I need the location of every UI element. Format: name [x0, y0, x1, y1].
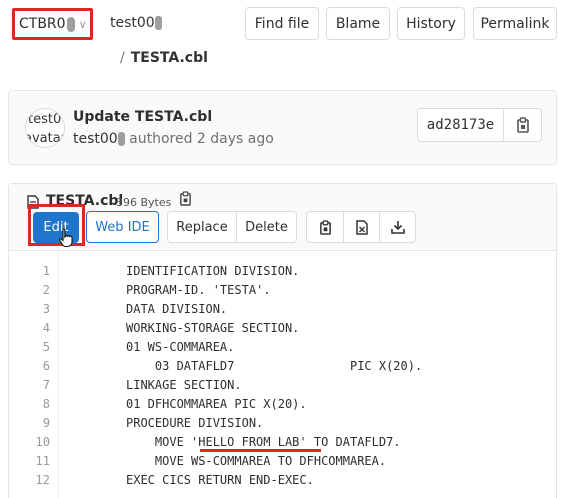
- find-file-button[interactable]: Find file: [245, 7, 319, 40]
- copy-contents-icon: [319, 219, 331, 235]
- line-number[interactable]: 1: [43, 264, 50, 278]
- line-number[interactable]: 11: [36, 454, 50, 468]
- path-separator: /: [120, 50, 125, 66]
- commit-title[interactable]: Update TESTA.cbl: [73, 109, 212, 125]
- code-line: 01 WS-COMMAREA.: [126, 340, 235, 354]
- download-icon: [390, 221, 405, 234]
- code-line: DATA DIVISION.: [126, 302, 228, 316]
- copy-file-path-icon[interactable]: [179, 191, 192, 206]
- code-line: MOVE 'HELLO FROM LAB' TO DATAFLD7.: [126, 435, 401, 449]
- copy-contents-button[interactable]: [306, 211, 344, 243]
- commit-meta: test00 authored 2 days ago: [73, 131, 274, 147]
- open-raw-button[interactable]: [343, 211, 380, 243]
- copy-sha-button[interactable]: [504, 108, 542, 142]
- avatar[interactable]: test00 avatar: [25, 108, 65, 148]
- code-line: LINKAGE SECTION.: [126, 378, 242, 392]
- code-line: IDENTIFICATION DIVISION.: [126, 264, 300, 278]
- raw-file-icon: [355, 219, 368, 235]
- line-number[interactable]: 2: [43, 283, 50, 297]
- repo-breadcrumb[interactable]: test00: [110, 15, 162, 31]
- code-line: 03 DATAFLD7 PIC X(20).: [126, 359, 423, 373]
- file-path: / TESTA.cbl: [120, 50, 208, 66]
- permalink-button[interactable]: Permalink: [473, 7, 557, 40]
- code-view: 1 2 3 4 5 6 7 8 9 10 11 12 IDENTIFICATIO…: [9, 251, 556, 498]
- repo-crumb-label: test00: [110, 15, 155, 31]
- branch-name: CTBR0: [19, 16, 66, 32]
- avatar-text: test00: [28, 112, 64, 127]
- file-size: 396 Bytes: [116, 196, 172, 209]
- line-number[interactable]: 10: [36, 435, 50, 449]
- line-number[interactable]: 9: [43, 416, 50, 430]
- branch-selector[interactable]: CTBR0 ∨: [12, 8, 93, 40]
- highlight-underline: [200, 449, 321, 452]
- blame-button[interactable]: Blame: [326, 7, 390, 40]
- code-line: PROCEDURE DIVISION.: [126, 416, 264, 430]
- line-number[interactable]: 12: [36, 473, 50, 487]
- commit-author[interactable]: test00: [73, 131, 118, 147]
- code-line: PROGRAM-ID. 'TESTA'.: [126, 283, 271, 297]
- avatar-alt-text: avatar: [25, 131, 65, 146]
- code-line: MOVE WS-COMMAREA TO DFHCOMMAREA.: [126, 454, 387, 468]
- redacted-mark: [117, 132, 125, 146]
- line-number[interactable]: 6: [43, 359, 50, 373]
- redacted-mark: [66, 16, 75, 32]
- file-viewer: TESTA.cbl 396 Bytes Edit Web IDE Replace…: [8, 183, 557, 498]
- commit-sha[interactable]: ad28173e: [417, 108, 504, 142]
- replace-button[interactable]: Replace: [167, 211, 237, 243]
- clipboard-icon: [516, 117, 529, 133]
- code-line: EXEC CICS RETURN END-EXEC.: [126, 473, 314, 487]
- hand-pointer-icon: [58, 228, 73, 248]
- delete-button[interactable]: Delete: [236, 211, 297, 243]
- line-number[interactable]: 8: [43, 397, 50, 411]
- path-file-name[interactable]: TESTA.cbl: [131, 50, 208, 66]
- code-line: 01 DFHCOMMAREA PIC X(20).: [126, 397, 307, 411]
- web-ide-button[interactable]: Web IDE: [86, 211, 159, 243]
- line-number[interactable]: 3: [43, 302, 50, 316]
- history-button[interactable]: History: [397, 7, 465, 40]
- line-number-gutter: 1 2 3 4 5 6 7 8 9 10 11 12: [9, 251, 59, 498]
- code-line: WORKING-STORAGE SECTION.: [126, 321, 300, 335]
- line-number[interactable]: 5: [43, 340, 50, 354]
- line-number[interactable]: 4: [43, 321, 50, 335]
- download-button[interactable]: [379, 211, 416, 243]
- redacted-mark: [154, 16, 162, 30]
- last-commit-box: test00 avatar Update TESTA.cbl test00 au…: [8, 90, 557, 165]
- file-header: TESTA.cbl 396 Bytes Edit Web IDE Replace…: [9, 184, 556, 251]
- line-number[interactable]: 7: [43, 378, 50, 392]
- chevron-down-icon: ∨: [78, 17, 87, 31]
- commit-authored-text: authored 2 days ago: [129, 131, 274, 147]
